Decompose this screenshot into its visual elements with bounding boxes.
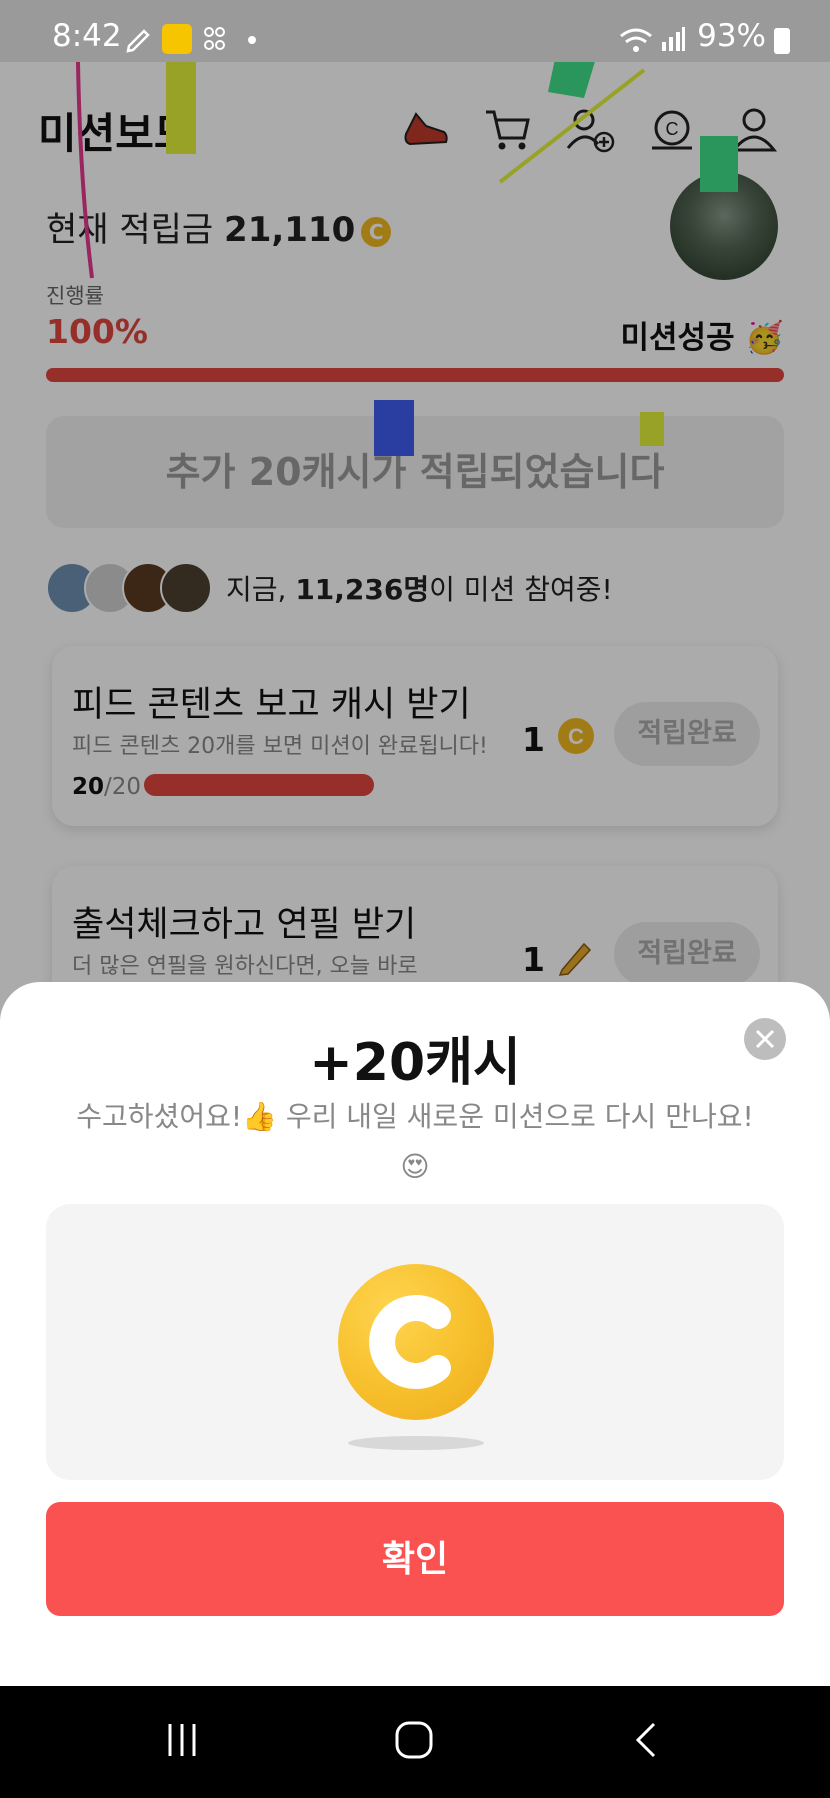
coin-illustration-box (46, 1204, 784, 1480)
more-notifications-dot (248, 36, 256, 44)
signal-icon (662, 27, 685, 51)
pencil-notification-icon (126, 29, 150, 53)
kb-app-notification-icon (162, 24, 192, 54)
reward-message-emoji: 😍 (400, 1150, 430, 1183)
status-time: 8:42 (52, 18, 122, 54)
confirm-button[interactable]: 확인 (46, 1502, 784, 1616)
coin-icon (338, 1264, 494, 1420)
close-button[interactable] (744, 1018, 786, 1060)
reward-message: 수고하셨어요!👍 우리 내일 새로운 미션으로 다시 만나요! 😍 (40, 1092, 790, 1192)
system-nav-bar (0, 1686, 830, 1798)
close-icon (755, 1029, 775, 1049)
reward-message-line: 수고하셨어요!👍 우리 내일 새로운 미션으로 다시 만나요! (76, 1100, 754, 1133)
app-grid-notification-icon (204, 27, 225, 50)
battery-icon (774, 28, 790, 54)
reward-title: +20캐시 (309, 1033, 521, 1093)
reward-sheet: +20캐시 수고하셨어요!👍 우리 내일 새로운 미션으로 다시 만나요! 😍 … (0, 982, 830, 1686)
recent-apps-icon[interactable] (162, 1720, 202, 1760)
status-bar: 8:42 93% (0, 0, 830, 62)
battery-percent: 93% (697, 18, 766, 54)
wifi-icon (620, 28, 652, 52)
back-icon[interactable] (628, 1720, 668, 1760)
home-icon[interactable] (394, 1720, 434, 1760)
coin-shadow (348, 1436, 484, 1450)
